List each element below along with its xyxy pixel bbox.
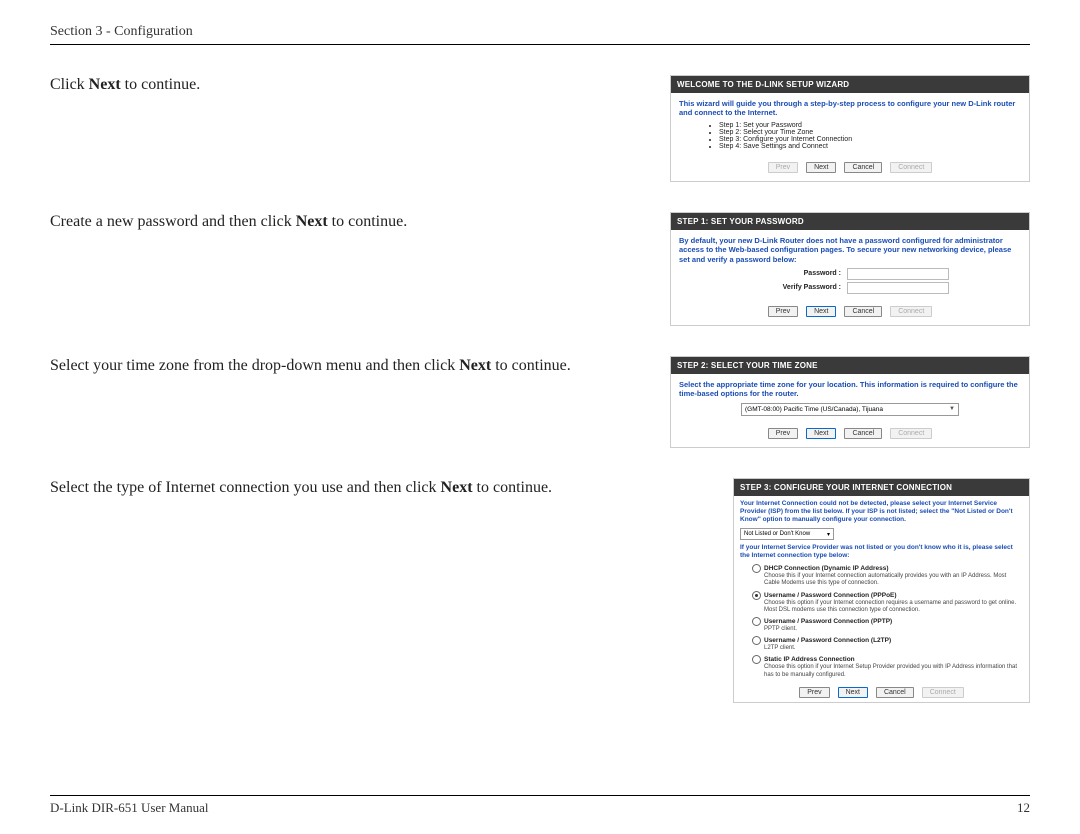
connection-option-l2tp[interactable]: Username / Password Connection (L2TP) — [752, 636, 1023, 645]
option-name: Username / Password Connection (L2TP) — [764, 637, 891, 644]
panel-intro: Select the appropriate time zone for you… — [679, 380, 1021, 399]
password-row: Password : — [679, 268, 1021, 280]
option-desc: L2TP client. — [764, 645, 1023, 652]
text: to continue. — [473, 479, 553, 496]
verify-password-row: Verify Password : — [679, 282, 1021, 294]
page-header: Section 3 - Configuration — [50, 24, 1030, 45]
instruction-text-2: Create a new password and then click Nex… — [50, 212, 610, 233]
instruction-row-3: Select your time zone from the drop-down… — [50, 356, 1030, 448]
option-name: Username / Password Connection (PPPoE) — [764, 592, 897, 599]
step-item: Step 3: Configure your Internet Connecti… — [719, 136, 1021, 143]
password-label: Password : — [751, 270, 841, 277]
cancel-button[interactable]: Cancel — [844, 428, 882, 439]
radio-icon — [752, 564, 761, 573]
wizard-internet-panel: STEP 3: CONFIGURE YOUR INTERNET CONNECTI… — [733, 478, 1030, 703]
radio-icon — [752, 636, 761, 645]
next-button[interactable]: Next — [806, 428, 836, 439]
panel-intro-1: Your Internet Connection could not be de… — [740, 500, 1023, 524]
instruction-row-2: Create a new password and then click Nex… — [50, 212, 1030, 326]
radio-icon — [752, 591, 761, 600]
wizard-welcome-panel: WELCOME TO THE D-LINK SETUP WIZARD This … — [670, 75, 1030, 182]
cancel-button[interactable]: Cancel — [844, 162, 882, 173]
prev-button[interactable]: Prev — [768, 162, 798, 173]
instruction-text-3: Select your time zone from the drop-down… — [50, 356, 610, 377]
wizard-steps-list: Step 1: Set your Password Step 2: Select… — [679, 122, 1021, 150]
text: Create a new password and then click — [50, 213, 296, 230]
cancel-button[interactable]: Cancel — [876, 687, 914, 698]
footer-page-number: 12 — [1017, 800, 1030, 816]
text: to continue. — [121, 76, 201, 93]
chevron-down-icon: ▾ — [827, 531, 830, 538]
isp-value: Not Listed or Don't Know — [744, 531, 810, 537]
instruction-text-4: Select the type of Internet connection y… — [50, 478, 610, 499]
connect-button[interactable]: Connect — [890, 428, 932, 439]
password-input[interactable] — [847, 268, 949, 280]
cancel-button[interactable]: Cancel — [844, 306, 882, 317]
prev-button[interactable]: Prev — [768, 428, 798, 439]
connection-option-dhcp[interactable]: DHCP Connection (Dynamic IP Address) — [752, 564, 1023, 573]
option-desc: Choose this option if your Internet conn… — [764, 600, 1023, 614]
panel-title: STEP 1: SET YOUR PASSWORD — [671, 213, 1029, 230]
prev-button[interactable]: Prev — [768, 306, 798, 317]
option-desc: Choose this option if your Internet Setu… — [764, 664, 1023, 678]
option-name: Username / Password Connection (PPTP) — [764, 618, 892, 625]
bold-next: Next — [296, 213, 328, 230]
next-button[interactable]: Next — [838, 687, 868, 698]
bold-next: Next — [459, 357, 491, 374]
option-name: Static IP Address Connection — [764, 657, 855, 664]
step-item: Step 2: Select your Time Zone — [719, 129, 1021, 136]
connection-option-pppoe[interactable]: Username / Password Connection (PPPoE) — [752, 591, 1023, 600]
bold-next: Next — [89, 76, 121, 93]
panel-title: WELCOME TO THE D-LINK SETUP WIZARD — [671, 76, 1029, 93]
button-row: Prev Next Cancel Connect — [679, 162, 1021, 173]
verify-password-label: Verify Password : — [751, 284, 841, 291]
panel-title: STEP 3: CONFIGURE YOUR INTERNET CONNECTI… — [734, 479, 1029, 496]
text: to continue. — [328, 213, 408, 230]
timezone-value: (GMT-08:00) Pacific Time (US/Canada), Ti… — [745, 406, 883, 413]
panel-title: STEP 2: SELECT YOUR TIME ZONE — [671, 357, 1029, 374]
step-item: Step 4: Save Settings and Connect — [719, 143, 1021, 150]
timezone-select[interactable]: (GMT-08:00) Pacific Time (US/Canada), Ti… — [741, 403, 959, 416]
text: Select your time zone from the drop-down… — [50, 357, 459, 374]
connection-option-static[interactable]: Static IP Address Connection — [752, 655, 1023, 664]
next-button[interactable]: Next — [806, 162, 836, 173]
panel-intro: By default, your new D-Link Router does … — [679, 236, 1021, 264]
option-name: DHCP Connection (Dynamic IP Address) — [764, 565, 889, 572]
text: to continue. — [491, 357, 571, 374]
verify-password-input[interactable] — [847, 282, 949, 294]
step-item: Step 1: Set your Password — [719, 122, 1021, 129]
next-button[interactable]: Next — [806, 306, 836, 317]
connect-button[interactable]: Connect — [890, 162, 932, 173]
option-desc: PPTP client. — [764, 626, 1023, 633]
instruction-row-4: Select the type of Internet connection y… — [50, 478, 1030, 703]
prev-button[interactable]: Prev — [799, 687, 829, 698]
connect-button[interactable]: Connect — [922, 687, 964, 698]
option-desc: Choose this if your Internet connection … — [764, 573, 1023, 587]
instruction-text-1: Click Next to continue. — [50, 75, 610, 96]
page-footer: D-Link DIR-651 User Manual 12 — [50, 795, 1030, 816]
radio-icon — [752, 617, 761, 626]
button-row: Prev Next Cancel Connect — [679, 428, 1021, 439]
button-row: Prev Next Cancel Connect — [679, 306, 1021, 317]
footer-manual: D-Link DIR-651 User Manual — [50, 800, 209, 816]
radio-icon — [752, 655, 761, 664]
isp-select[interactable]: Not Listed or Don't Know ▾ — [740, 528, 834, 540]
connection-option-pptp[interactable]: Username / Password Connection (PPTP) — [752, 617, 1023, 626]
text: Click — [50, 76, 89, 93]
button-row: Prev Next Cancel Connect — [740, 687, 1023, 698]
panel-intro: This wizard will guide you through a ste… — [679, 99, 1021, 118]
wizard-password-panel: STEP 1: SET YOUR PASSWORD By default, yo… — [670, 212, 1030, 326]
panel-intro-2: If your Internet Service Provider was no… — [740, 544, 1023, 560]
text: Select the type of Internet connection y… — [50, 479, 441, 496]
chevron-down-icon: ▼ — [949, 406, 955, 412]
bold-next: Next — [441, 479, 473, 496]
connect-button[interactable]: Connect — [890, 306, 932, 317]
wizard-timezone-panel: STEP 2: SELECT YOUR TIME ZONE Select the… — [670, 356, 1030, 448]
instruction-row-1: Click Next to continue. WELCOME TO THE D… — [50, 75, 1030, 182]
